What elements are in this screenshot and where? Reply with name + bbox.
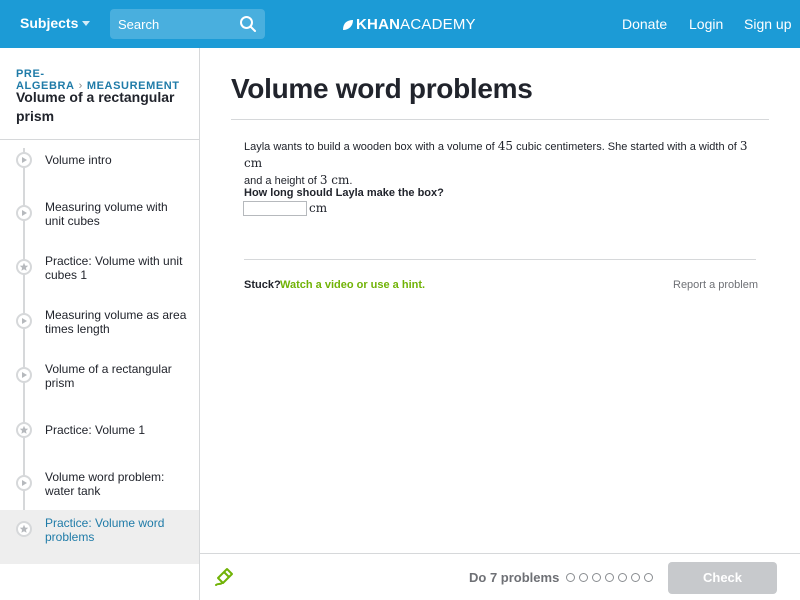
- search-box: [110, 9, 265, 39]
- sidebar-item-label: Measuring volume as area times length: [45, 308, 187, 336]
- subjects-menu-button[interactable]: Subjects: [20, 15, 91, 31]
- progress-dot: [631, 573, 640, 582]
- login-link[interactable]: Login: [689, 16, 723, 32]
- sidebar-item[interactable]: Volume intro: [0, 140, 199, 194]
- sidebar-item[interactable]: Measuring volume with unit cubes: [0, 194, 199, 248]
- star-icon: [16, 422, 32, 438]
- sidebar-item-label: Volume intro: [45, 153, 112, 167]
- hint-link[interactable]: Watch a video or use a hint.: [280, 279, 425, 291]
- sidebar-item[interactable]: Volume of a rectangular prism: [0, 356, 199, 410]
- progress-dot: [566, 573, 575, 582]
- star-icon: [16, 259, 32, 275]
- report-problem-link[interactable]: Report a problem: [673, 279, 758, 291]
- stuck-label: Stuck?: [244, 279, 281, 291]
- star-icon: [16, 521, 32, 537]
- answer-unit: cm: [309, 201, 328, 215]
- height-value: 3 cm: [319, 173, 350, 187]
- subjects-label: Subjects: [20, 15, 79, 31]
- volume-value: 45: [497, 139, 514, 153]
- khan-academy-logo[interactable]: KHAN ACADEMY: [342, 16, 476, 33]
- question-part: Layla wants to build a wooden box with a…: [244, 141, 498, 153]
- play-icon: [16, 475, 32, 491]
- logo-khan-text: KHAN: [356, 16, 401, 33]
- search-icon[interactable]: [239, 15, 257, 33]
- donate-link[interactable]: Donate: [622, 16, 667, 32]
- sidebar-item-label: Practice: Volume 1: [45, 423, 146, 437]
- sidebar-item[interactable]: Practice: Volume word problems: [0, 510, 199, 564]
- sidebar-item[interactable]: Measuring volume as area times length: [0, 302, 199, 356]
- progress-dot: [618, 573, 627, 582]
- play-icon: [16, 367, 32, 383]
- logo-academy-text: ACADEMY: [400, 16, 476, 33]
- progress-dot: [644, 573, 653, 582]
- sidebar-item-label: Volume word problem: water tank: [45, 470, 165, 498]
- question-prompt: How long should Layla make the box?: [244, 187, 444, 199]
- progress-dot: [605, 573, 614, 582]
- answer-input[interactable]: [243, 201, 307, 216]
- play-icon: [16, 205, 32, 221]
- exercise-footer: Do 7 problems Check: [200, 553, 800, 600]
- progress-dot: [592, 573, 601, 582]
- page-title: Volume word problems: [231, 73, 533, 104]
- sidebar-item-label: Volume of a rectangular prism: [45, 362, 172, 390]
- signup-link[interactable]: Sign up: [744, 16, 791, 32]
- sidebar-title: Volume of a rectangular prism: [16, 89, 175, 124]
- problem-count-label: Do 7 problems: [469, 570, 560, 585]
- leaf-icon: [343, 19, 353, 30]
- scratchpad-icon[interactable]: [214, 567, 234, 587]
- check-button[interactable]: Check: [668, 562, 777, 594]
- hint-divider: [244, 259, 756, 260]
- search-input[interactable]: [110, 9, 235, 39]
- sidebar-item[interactable]: Practice: Volume 1: [0, 410, 199, 464]
- question-part: and a height of: [244, 175, 320, 187]
- play-icon: [16, 152, 32, 168]
- sidebar-item-label: Measuring volume with unit cubes: [45, 200, 168, 228]
- question-text: Layla wants to build a wooden box with a…: [244, 138, 764, 189]
- question-part: .: [349, 175, 353, 187]
- title-divider: [231, 119, 769, 120]
- play-icon: [16, 313, 32, 329]
- caret-down-icon: [82, 20, 91, 26]
- sidebar-item-label: Practice: Volume with unit cubes 1: [45, 254, 183, 282]
- progress-dots: [566, 573, 657, 582]
- question-part: cubic centimeters. She started with a wi…: [513, 141, 740, 153]
- sidebar-item[interactable]: Practice: Volume with unit cubes 1: [0, 248, 199, 302]
- progress-dot: [579, 573, 588, 582]
- top-navigation-bar: Subjects KHANACADEMY Donate Login Sign u…: [0, 0, 800, 48]
- sidebar-item-label: Practice: Volume word problems: [45, 516, 165, 544]
- sidebar: PRE-ALGEBRA › MEASUREMENT Volume of a rect…: [0, 48, 200, 600]
